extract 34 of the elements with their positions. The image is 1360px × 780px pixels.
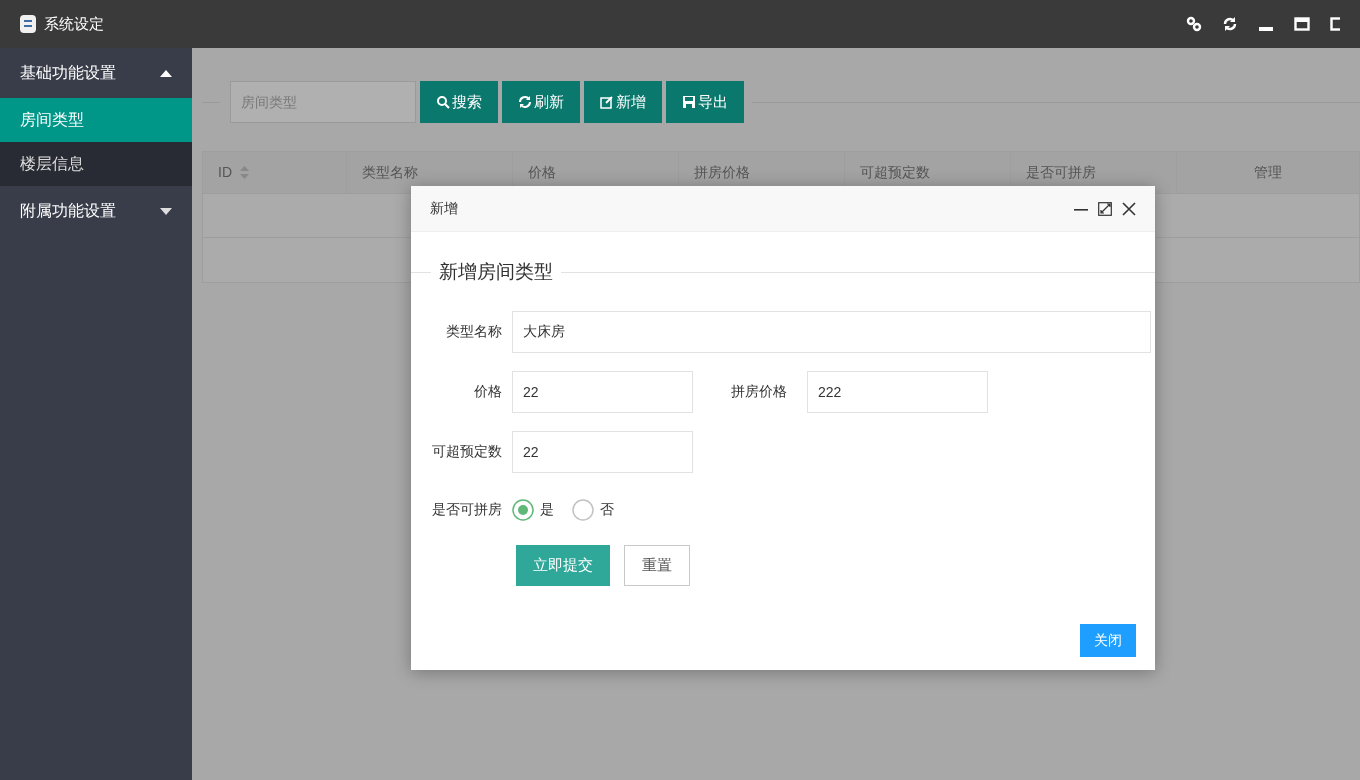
input-field[interactable]: 大床房 — [512, 310, 1151, 353]
input-field[interactable]: 22 — [512, 370, 693, 413]
radio-label[interactable]: 否 — [600, 499, 614, 520]
sidebar-item[interactable]: 楼层信息 — [0, 142, 192, 186]
save-icon — [682, 95, 696, 109]
field-label: 可超预定数 — [431, 442, 503, 461]
app-icon — [20, 15, 36, 33]
input-field[interactable]: 222 — [807, 370, 988, 413]
search-icon — [436, 95, 450, 109]
field-label: 拼房价格 — [730, 382, 788, 401]
field-label: 是否可拼房 — [431, 500, 503, 519]
sidebar-group[interactable]: 基础功能设置 — [0, 48, 192, 98]
maximize-icon[interactable] — [1098, 201, 1112, 216]
input-field[interactable]: 22 — [512, 430, 693, 473]
radio-button[interactable] — [512, 498, 534, 521]
dialog-title: 新增 — [430, 199, 458, 218]
toolbar-button[interactable]: 新增 — [584, 81, 662, 123]
fieldset-legend: 新增房间类型 — [431, 258, 561, 287]
refresh-icon[interactable] — [1222, 16, 1238, 32]
field-label: 价格 — [473, 382, 503, 401]
radio-button[interactable] — [572, 498, 594, 521]
toolbar-button[interactable]: 刷新 — [502, 81, 580, 123]
radio-label[interactable]: 是 — [540, 499, 554, 520]
toolbar-button[interactable]: 导出 — [666, 81, 744, 123]
sidebar-group[interactable]: 附属功能设置 — [0, 186, 192, 236]
link-icon[interactable] — [1186, 16, 1202, 32]
window-title: 系统设定 — [44, 13, 104, 34]
field-label: 类型名称 — [445, 322, 503, 341]
column-header: 管理 — [1253, 163, 1283, 182]
refresh-icon — [518, 95, 532, 109]
edit-icon — [600, 95, 614, 109]
reset-button[interactable]: 重置 — [624, 544, 690, 586]
toolbar-button[interactable]: 搜索 — [420, 81, 498, 123]
sidebar-item[interactable]: 房间类型 — [0, 98, 192, 142]
